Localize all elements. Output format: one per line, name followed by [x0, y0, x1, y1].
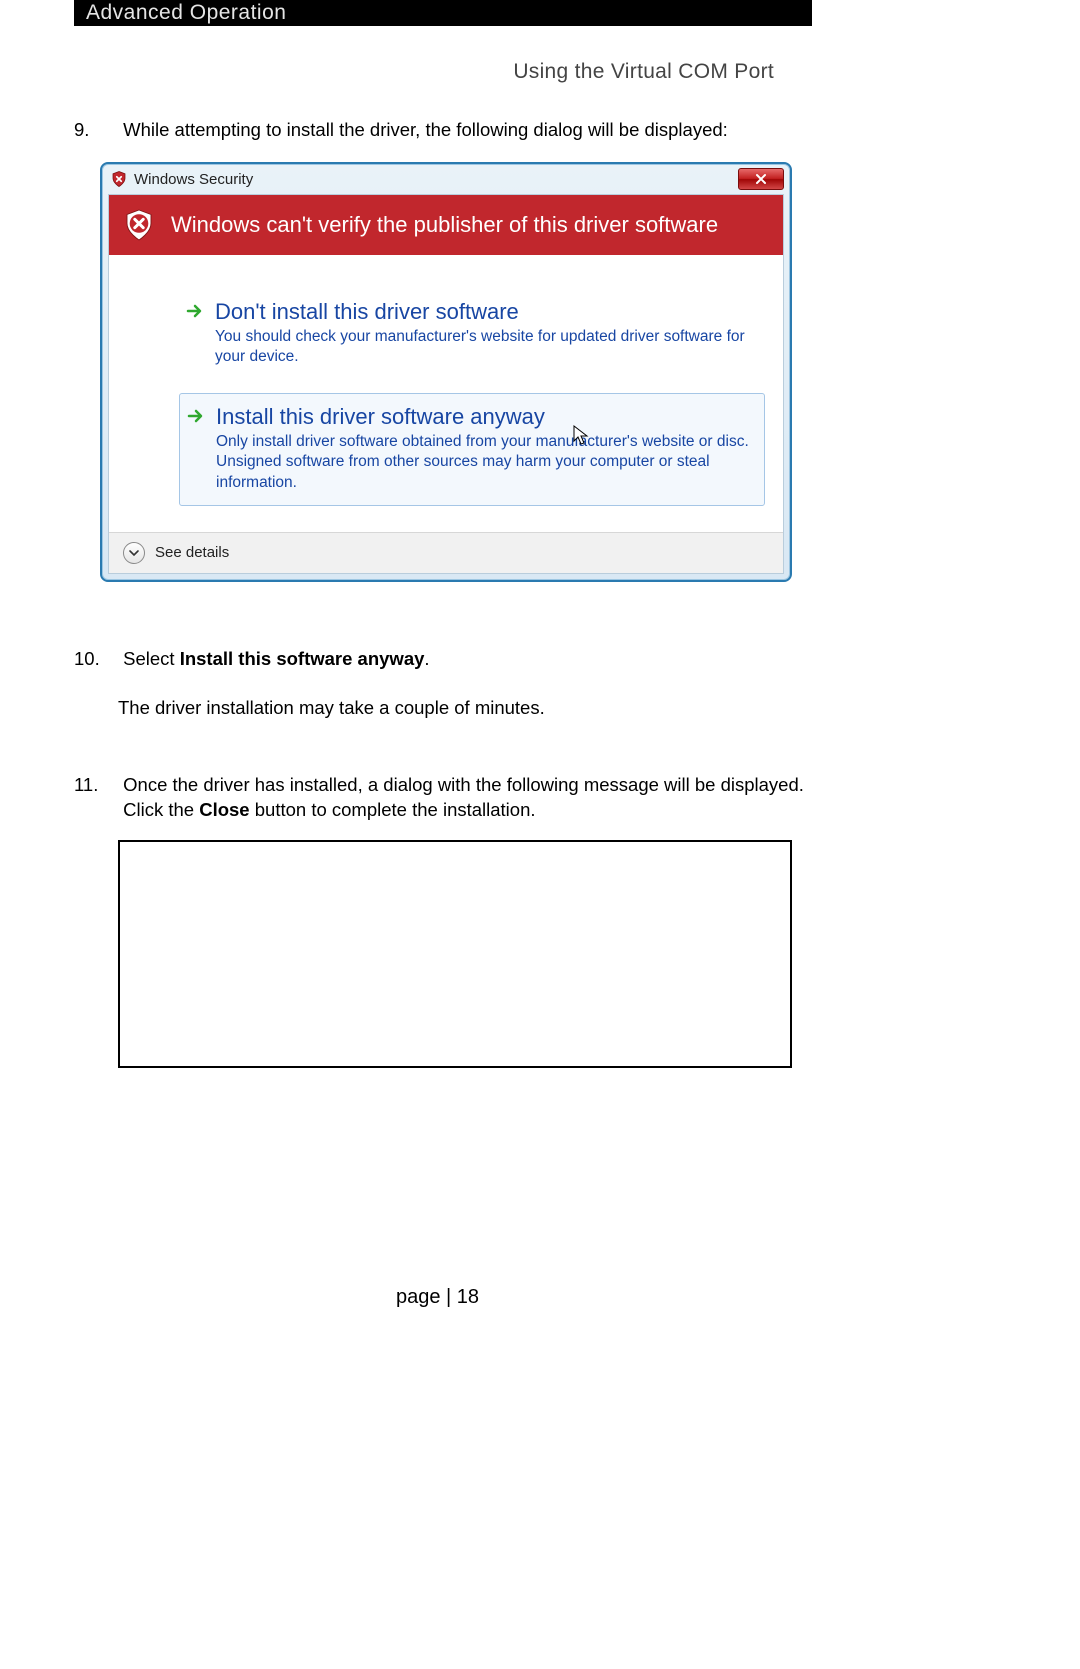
option-dont-install[interactable]: Don't install this driver software You s…: [179, 289, 765, 379]
step-11: 11. Once the driver has installed, a dia…: [74, 773, 814, 823]
dialog-title: Windows Security: [134, 171, 253, 188]
step-text: Select Install this software anyway.: [123, 647, 813, 672]
step-10: 10. Select Install this software anyway.: [74, 647, 814, 672]
step-number: 11.: [74, 773, 118, 798]
arrow-right-icon: [185, 301, 205, 321]
arrow-right-icon: [186, 406, 206, 426]
step-10-line2: The driver installation may take a coupl…: [74, 696, 814, 721]
see-details-label: See details: [155, 544, 229, 561]
step-text: While attempting to install the driver, …: [123, 118, 813, 143]
shield-x-icon: [110, 170, 128, 188]
see-details-bar[interactable]: See details: [109, 532, 783, 573]
chevron-down-icon: [123, 542, 145, 564]
section-subtitle: Using the Virtual COM Port: [74, 60, 774, 84]
warning-banner: Windows can't verify the publisher of th…: [109, 195, 783, 255]
close-button[interactable]: [738, 168, 784, 190]
page-footer: page | 18: [0, 1286, 1080, 1309]
step-text: Once the driver has installed, a dialog …: [123, 773, 813, 823]
dialog-choices: Don't install this driver software You s…: [109, 255, 783, 532]
option-desc: You should check your manufacturer's web…: [215, 327, 751, 367]
dialog-body: Windows can't verify the publisher of th…: [108, 194, 784, 574]
step-9: 9. While attempting to install the drive…: [74, 118, 814, 143]
step-number: 10.: [74, 647, 118, 672]
cursor-icon: [572, 424, 590, 446]
warning-text: Windows can't verify the publisher of th…: [171, 212, 718, 238]
option-install-anyway[interactable]: Install this driver software anyway Only…: [179, 393, 765, 505]
option-title: Don't install this driver software: [215, 299, 751, 325]
chapter-header: Advanced Operation: [74, 0, 812, 26]
option-title: Install this driver software anyway: [216, 404, 750, 430]
close-icon: [755, 173, 767, 185]
dialog-titlebar: Windows Security: [102, 164, 790, 194]
option-desc: Only install driver software obtained fr…: [216, 432, 750, 492]
step-number: 9.: [74, 118, 118, 143]
windows-security-dialog: Windows Security Windows can't verify th…: [100, 162, 792, 582]
figure-placeholder: [118, 840, 792, 1068]
shield-big-icon: [121, 207, 157, 243]
